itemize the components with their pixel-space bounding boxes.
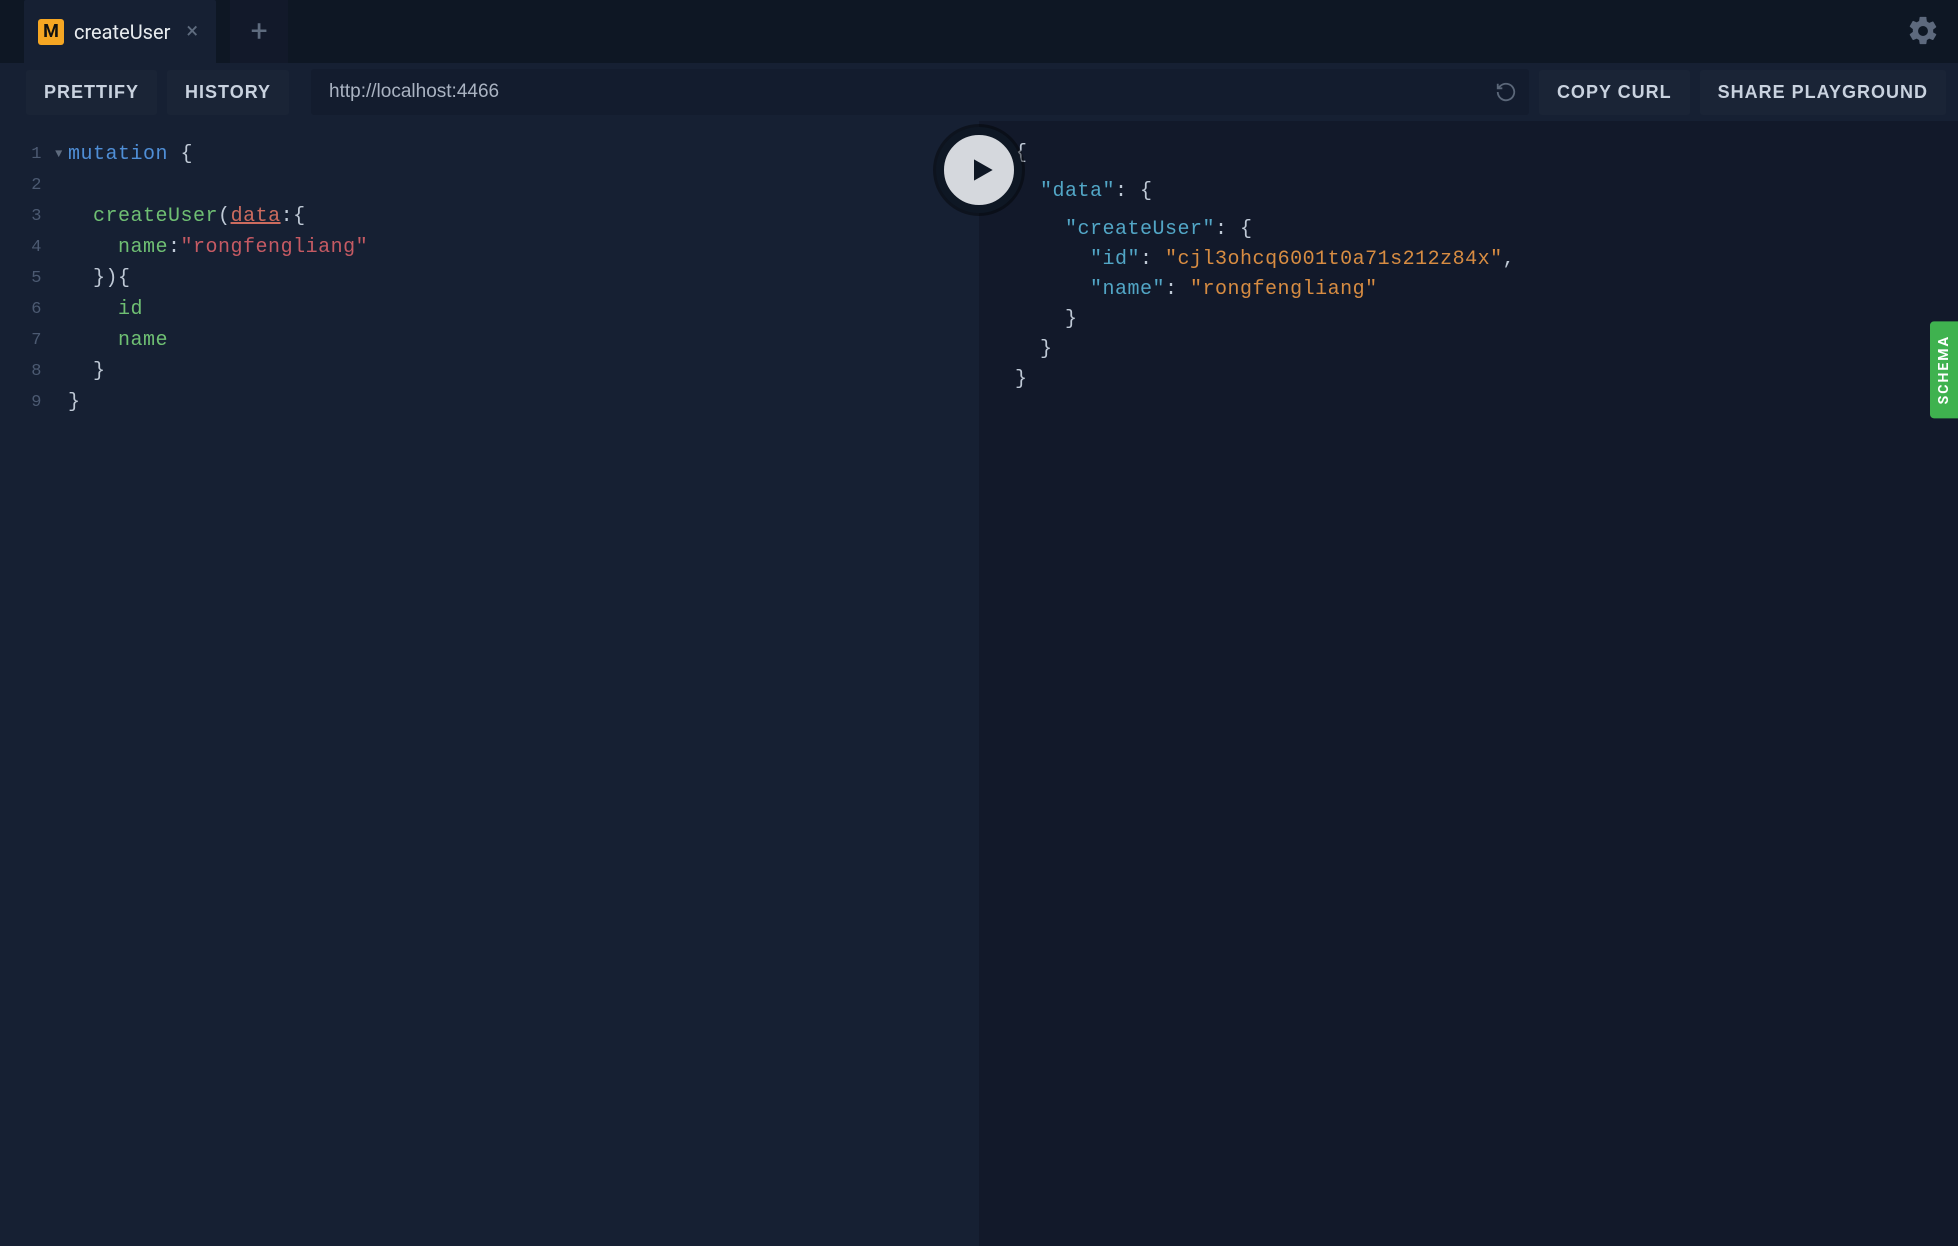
prettify-button[interactable]: PRETTIFY: [26, 70, 157, 115]
line-number: 1: [0, 139, 50, 170]
settings-button[interactable]: [1906, 14, 1940, 48]
fold-toggle[interactable]: ▼: [50, 139, 68, 170]
close-icon[interactable]: ×: [186, 21, 198, 43]
tab-createuser[interactable]: M createUser ×: [24, 0, 216, 63]
share-playground-button[interactable]: SHARE PLAYGROUND: [1700, 70, 1946, 115]
line-number: 5: [0, 263, 50, 294]
history-button[interactable]: HISTORY: [167, 70, 289, 115]
toolbar: PRETTIFY HISTORY COPY CURL SHARE PLAYGRO…: [0, 63, 1958, 121]
endpoint-input[interactable]: [311, 69, 1529, 115]
response-viewer[interactable]: ▼ { ▼ "data": { "createUser": { "id": "c…: [987, 139, 1958, 395]
workspace: 1 ▼ mutation { 2 3 createUser(data:{ 4 n…: [0, 121, 1958, 1246]
line-number: 2: [0, 170, 50, 201]
execute-button[interactable]: [936, 127, 1022, 213]
line-number: 7: [0, 325, 50, 356]
copy-curl-button[interactable]: COPY CURL: [1539, 70, 1690, 115]
plus-icon: +: [251, 14, 268, 49]
line-number: 3: [0, 201, 50, 232]
line-number: 4: [0, 232, 50, 263]
new-tab-button[interactable]: +: [230, 0, 288, 63]
line-number: 9: [0, 387, 50, 418]
tab-title: createUser: [74, 20, 170, 44]
query-editor-pane: 1 ▼ mutation { 2 3 createUser(data:{ 4 n…: [0, 121, 979, 1246]
line-number: 6: [0, 294, 50, 325]
reload-icon[interactable]: [1495, 81, 1517, 103]
schema-tab[interactable]: SCHEMA: [1930, 321, 1958, 418]
query-editor[interactable]: 1 ▼ mutation { 2 3 createUser(data:{ 4 n…: [0, 139, 979, 418]
play-icon: [966, 154, 998, 186]
line-number: 8: [0, 356, 50, 387]
tab-bar: M createUser × +: [0, 0, 1958, 63]
operation-type-badge: M: [38, 19, 64, 45]
gear-icon: [1906, 14, 1940, 48]
endpoint-wrap: [311, 69, 1529, 115]
response-pane: ▼ { ▼ "data": { "createUser": { "id": "c…: [979, 121, 1958, 1246]
